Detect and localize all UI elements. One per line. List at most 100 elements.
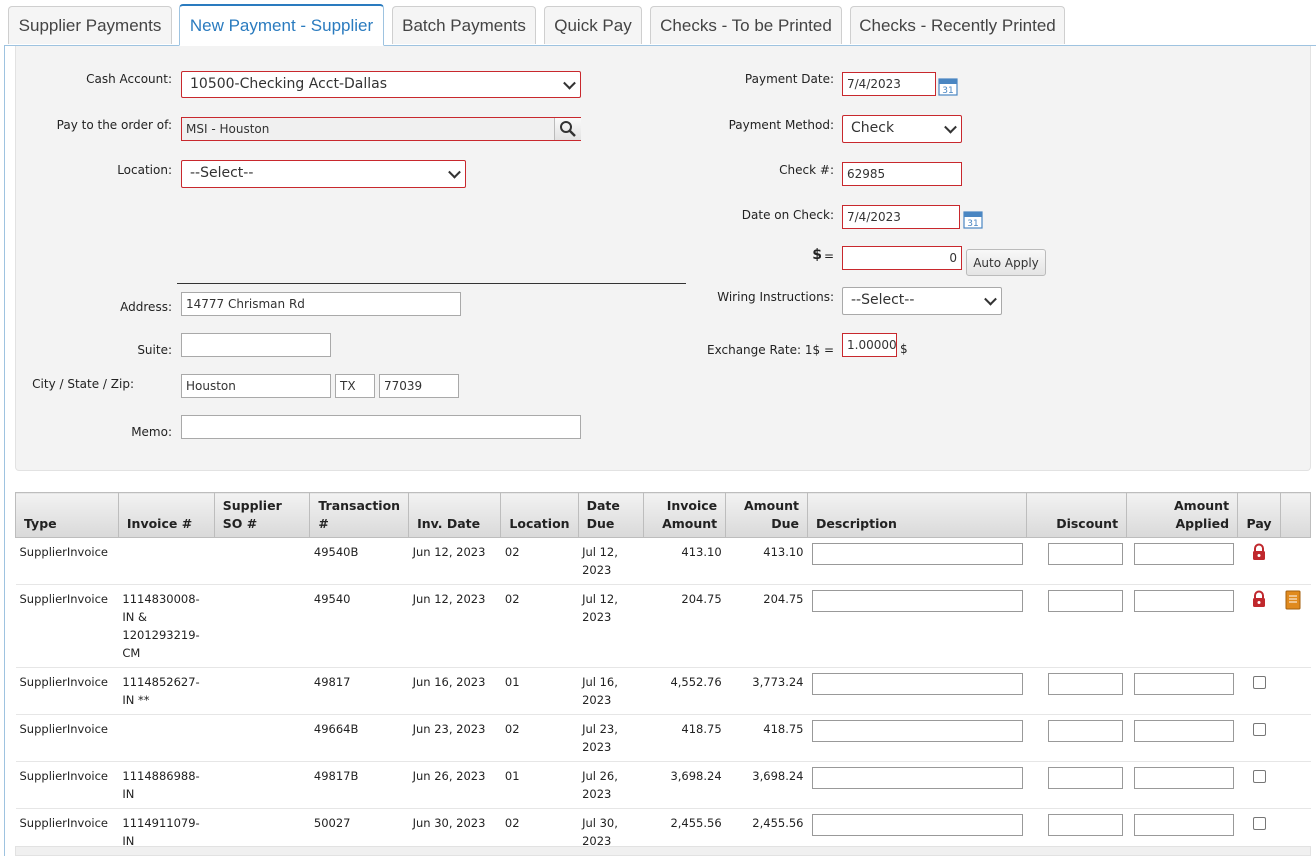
tab-batch-payments[interactable]: Batch Payments (392, 6, 536, 44)
cell-amount-due: 3,698.24 (725, 761, 808, 809)
state-input[interactable]: TX (335, 374, 375, 398)
cell-invoice-number: 1114852627-IN ** (118, 667, 215, 715)
wiring-instructions-select[interactable]: --Select-- (842, 287, 1002, 315)
zip-input[interactable]: 77039 (379, 374, 459, 398)
cell-pay (1237, 714, 1281, 762)
pay-checkbox[interactable] (1252, 723, 1266, 736)
cell-discount (1026, 584, 1127, 668)
cell-type: SupplierInvoice (15, 537, 119, 585)
calendar-icon[interactable]: 31 (963, 209, 983, 229)
tab-quick-pay[interactable]: Quick Pay (544, 6, 642, 44)
exchange-rate-label: Exchange Rate: 1$ = (707, 343, 834, 357)
discount-input[interactable] (1047, 767, 1123, 789)
cell-invoice-number: 1114830008-IN & 1201293219-CM (118, 584, 215, 668)
cell-pay (1237, 667, 1281, 715)
tab-checks-to-be-printed[interactable]: Checks - To be Printed (650, 6, 842, 44)
pay-checkbox[interactable] (1252, 676, 1266, 689)
col-invoice-number[interactable]: Invoice # (117, 492, 215, 538)
memo-input[interactable] (181, 415, 581, 439)
col-description[interactable]: Description (806, 492, 1028, 538)
lock-icon[interactable] (1250, 543, 1268, 561)
amount-applied-input[interactable] (1133, 673, 1234, 695)
col-amount-applied[interactable]: Amount Applied (1126, 492, 1239, 538)
cell-date-due: Jul 12, 2023 (578, 537, 644, 585)
city-input[interactable]: Houston (181, 374, 331, 398)
note-icon[interactable] (1285, 590, 1301, 610)
cell-supplier-so (214, 761, 310, 809)
cell-inv-date: Jun 23, 2023 (408, 714, 501, 762)
pay-checkbox[interactable] (1252, 770, 1266, 783)
pay-to-label: Pay to the order of: (56, 118, 172, 132)
tab-new-payment-supplier[interactable]: New Payment - Supplier (179, 4, 384, 46)
cell-note (1280, 667, 1311, 715)
cell-supplier-so (214, 537, 310, 585)
cell-amount-applied (1126, 537, 1238, 585)
cell-note (1280, 714, 1311, 762)
cell-description (807, 714, 1027, 762)
cell-amount-applied (1126, 714, 1238, 762)
col-transaction[interactable]: Transaction # (309, 492, 410, 538)
lock-icon[interactable] (1250, 590, 1268, 608)
amount-applied-input[interactable] (1133, 720, 1234, 742)
description-input[interactable] (811, 767, 1023, 789)
amount-applied-input[interactable] (1133, 814, 1234, 836)
calendar-day: 31 (942, 86, 953, 96)
description-input[interactable] (811, 814, 1023, 836)
payment-date-input[interactable]: 7/4/2023 (842, 72, 936, 96)
description-input[interactable] (811, 720, 1023, 742)
amount-applied-input[interactable] (1133, 543, 1234, 565)
table-row: SupplierInvoice 49664B Jun 23, 2023 02 Jul 2… (15, 714, 1311, 762)
pay-checkbox[interactable] (1252, 817, 1266, 830)
location-select[interactable]: --Select-- (181, 160, 466, 188)
cash-account-select[interactable]: 10500-Checking Acct-Dallas (181, 71, 581, 98)
col-inv-date[interactable]: Inv. Date (408, 492, 502, 538)
col-type[interactable]: Type (15, 492, 119, 538)
col-discount[interactable]: Discount (1026, 492, 1128, 538)
address-input[interactable]: 14777 Chrisman Rd (181, 292, 461, 316)
cell-type: SupplierInvoice (15, 584, 119, 668)
tab-checks-recently-printed[interactable]: Checks - Recently Printed (850, 6, 1065, 44)
col-location[interactable]: Location (500, 492, 579, 538)
date-on-check-input[interactable]: 7/4/2023 (842, 205, 960, 229)
cell-pay (1237, 537, 1281, 585)
wiring-instructions-label: Wiring Instructions: (717, 290, 834, 304)
payment-method-select[interactable]: Check (842, 115, 962, 143)
amount-input[interactable]: 0 (842, 246, 962, 270)
discount-input[interactable] (1047, 814, 1123, 836)
calendar-day: 31 (967, 219, 978, 229)
bottom-panel (15, 846, 1311, 856)
cell-amount-due: 3,773.24 (725, 667, 808, 715)
suite-input[interactable] (181, 333, 331, 357)
cell-invoice-amount: 413.10 (643, 537, 726, 585)
col-pay[interactable]: Pay (1237, 492, 1282, 538)
discount-input[interactable] (1047, 673, 1123, 695)
amount-applied-input[interactable] (1133, 767, 1234, 789)
col-supplier-so[interactable]: Supplier SO # (213, 492, 311, 538)
check-number-input[interactable]: 62985 (842, 162, 962, 186)
description-input[interactable] (811, 673, 1023, 695)
col-invoice-amount[interactable]: Invoice Amount (643, 492, 727, 538)
cell-amount-due: 413.10 (725, 537, 808, 585)
cell-type: SupplierInvoice (15, 761, 119, 809)
discount-input[interactable] (1047, 590, 1123, 612)
city-state-zip-label: City / State / Zip: (32, 377, 134, 391)
cell-transaction: 49540B (309, 537, 409, 585)
description-input[interactable] (811, 590, 1023, 612)
search-button[interactable] (554, 118, 581, 140)
col-date-due[interactable]: Date Due (577, 492, 645, 538)
col-amount-due[interactable]: Amount Due (725, 492, 808, 538)
discount-input[interactable] (1047, 543, 1123, 565)
calendar-icon[interactable]: 31 (938, 76, 958, 96)
cash-account-label: Cash Account: (86, 72, 172, 86)
pay-to-field[interactable]: MSI - Houston (181, 117, 581, 141)
tab-supplier-payments[interactable]: Supplier Payments (8, 6, 172, 44)
exchange-rate-input[interactable]: 1.000000 (842, 333, 897, 357)
table-row: SupplierInvoice 49540B Jun 12, 2023 02 Jul 1… (15, 537, 1311, 585)
description-input[interactable] (811, 543, 1023, 565)
cell-transaction: 49817 (309, 667, 409, 715)
auto-apply-button[interactable]: Auto Apply (966, 249, 1046, 276)
cell-invoice-number (118, 537, 215, 585)
discount-input[interactable] (1047, 720, 1123, 742)
amount-applied-input[interactable] (1133, 590, 1234, 612)
cell-invoice-amount: 3,698.24 (643, 761, 726, 809)
